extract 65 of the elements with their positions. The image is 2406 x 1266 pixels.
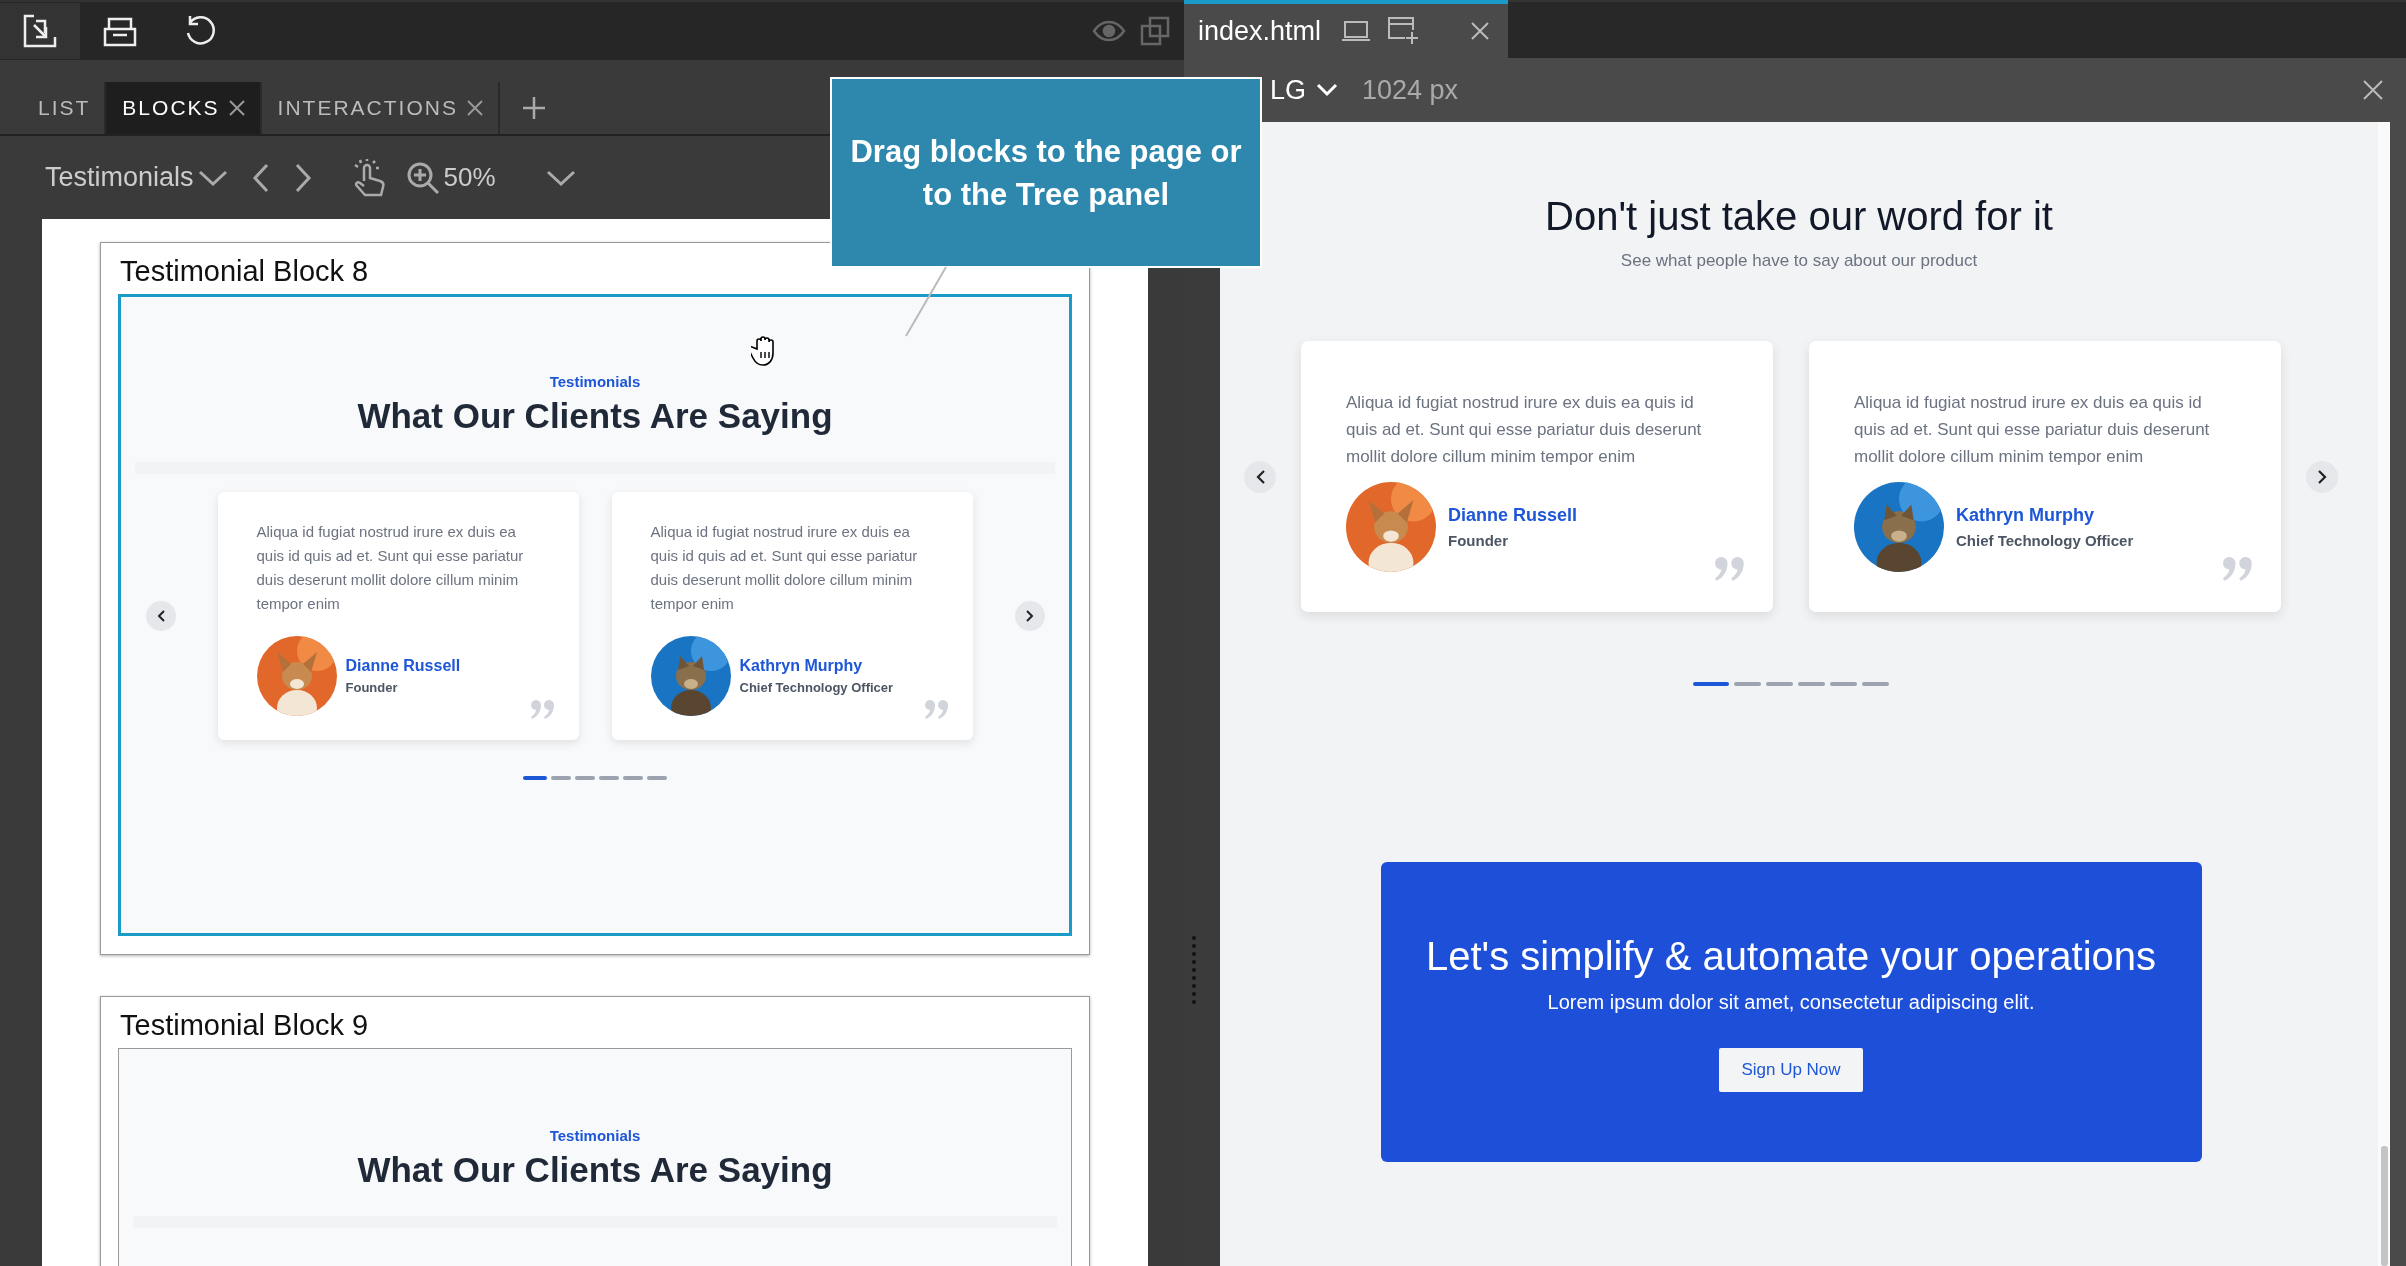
person-name: Dianne Russell xyxy=(345,657,462,675)
laptop-icon[interactable] xyxy=(1341,20,1372,42)
chevron-down-icon xyxy=(197,168,228,187)
close-icon[interactable] xyxy=(1470,21,1490,41)
carousel-prev-button[interactable] xyxy=(1244,460,1276,493)
document-tab[interactable]: index.html xyxy=(1184,0,1508,58)
chevron-down-icon[interactable] xyxy=(545,168,576,187)
person-role: Chief Technology Officer xyxy=(739,680,895,695)
chevron-right-icon xyxy=(1025,610,1034,622)
testimonial-quote: Aliqua id fugiat nostrud irure ex duis ea quis id quis ad et. Sunt qui esse pariatur duis deserunt mollit dolore cillum minim tempor enim xyxy=(256,522,525,614)
section-heading: What Our Clients Are Saying xyxy=(356,1150,834,1190)
chevron-down-icon xyxy=(1316,83,1339,97)
section-heading: Don't just take our word for it xyxy=(1544,194,2054,239)
person-role: Founder xyxy=(1448,532,1509,549)
cta-text: Lorem ipsum dolor sit amet, consectetur adipiscing elit. xyxy=(1546,991,2036,1014)
sign-up-button[interactable]: Sign Up Now xyxy=(1719,1048,1863,1092)
carousel-next-button[interactable] xyxy=(1014,601,1045,631)
quote-icon xyxy=(530,700,555,720)
person-name: Dianne Russell xyxy=(1448,505,1579,526)
cta-heading: Let's simplify & automate your operations xyxy=(1424,934,2158,979)
section-eyebrow: Testimonials xyxy=(548,373,642,390)
chevron-right-icon xyxy=(2317,469,2327,484)
add-icon[interactable] xyxy=(521,96,546,120)
quote-icon xyxy=(2223,557,2253,582)
person-role: Founder xyxy=(345,680,399,695)
testimonial-quote: Aliqua id fugiat nostrud irure ex duis ea quis id quis ad et. Sunt qui esse pariatur duis deserunt mollit dolore cillum minim tempor enim xyxy=(1854,392,2211,468)
quote-icon xyxy=(1715,557,1745,582)
panel-tab[interactable]: INTERACTIONS xyxy=(261,82,500,134)
person-name: Kathryn Murphy xyxy=(1956,505,2095,526)
testimonial-quote: Aliqua id fugiat nostrud irure ex duis ea quis id quis ad et. Sunt qui esse pariatur duis deserunt mollit dolore cillum minim tempor enim xyxy=(650,522,919,614)
viewport-width: 1024 px xyxy=(1362,74,1459,106)
drag-handle-icon[interactable] xyxy=(1192,934,1196,1006)
eye-icon[interactable] xyxy=(1092,20,1126,42)
chevron-left-icon xyxy=(1255,469,1265,484)
chevron-left-icon xyxy=(156,610,165,622)
tooltip: Drag blocks to the page or to the Tree panel xyxy=(830,77,1262,268)
chevron-right-icon[interactable] xyxy=(293,162,312,193)
close-icon[interactable] xyxy=(2362,79,2384,101)
testimonial-quote: Aliqua id fugiat nostrud irure ex duis ea quis id quis ad et. Sunt qui esse pariatur duis deserunt mollit dolore cillum minim tempor enim xyxy=(1346,392,1703,468)
panel-tab[interactable]: BLOCKS xyxy=(106,82,262,134)
leader-line xyxy=(904,266,948,338)
close-icon[interactable] xyxy=(465,99,484,117)
person-name: Kathryn Murphy xyxy=(739,657,864,675)
section-heading: What Our Clients Are Saying xyxy=(356,396,834,436)
document-tab-label: index.html xyxy=(1198,15,1322,47)
chevron-left-icon[interactable] xyxy=(251,162,270,193)
carousel-prev-button[interactable] xyxy=(145,601,176,631)
carousel-indicator[interactable] xyxy=(1693,682,1729,686)
section-eyebrow: Testimonials xyxy=(548,1127,642,1144)
block-title: Testimonial Block 9 xyxy=(120,1009,370,1042)
section-subtitle: See what people have to say about our product xyxy=(1619,251,1979,271)
duplicate-icon[interactable] xyxy=(1140,16,1170,46)
zoom-in-icon xyxy=(405,160,440,195)
close-icon[interactable] xyxy=(227,99,246,117)
carousel-next-button[interactable] xyxy=(2306,460,2338,493)
add-window-icon[interactable] xyxy=(1387,16,1420,46)
breakpoint-dropdown[interactable]: LG xyxy=(1270,74,1339,106)
import-icon[interactable] xyxy=(0,3,80,59)
carousel-indicator[interactable] xyxy=(523,776,547,780)
quote-icon xyxy=(924,700,949,720)
zoom-control[interactable]: 50% xyxy=(405,160,496,195)
block-title: Testimonial Block 8 xyxy=(120,255,370,288)
scrollbar-thumb[interactable] xyxy=(2380,1146,2388,1266)
person-role: Chief Technology Officer xyxy=(1956,532,2135,549)
category-dropdown[interactable]: Testimonials xyxy=(45,162,228,193)
